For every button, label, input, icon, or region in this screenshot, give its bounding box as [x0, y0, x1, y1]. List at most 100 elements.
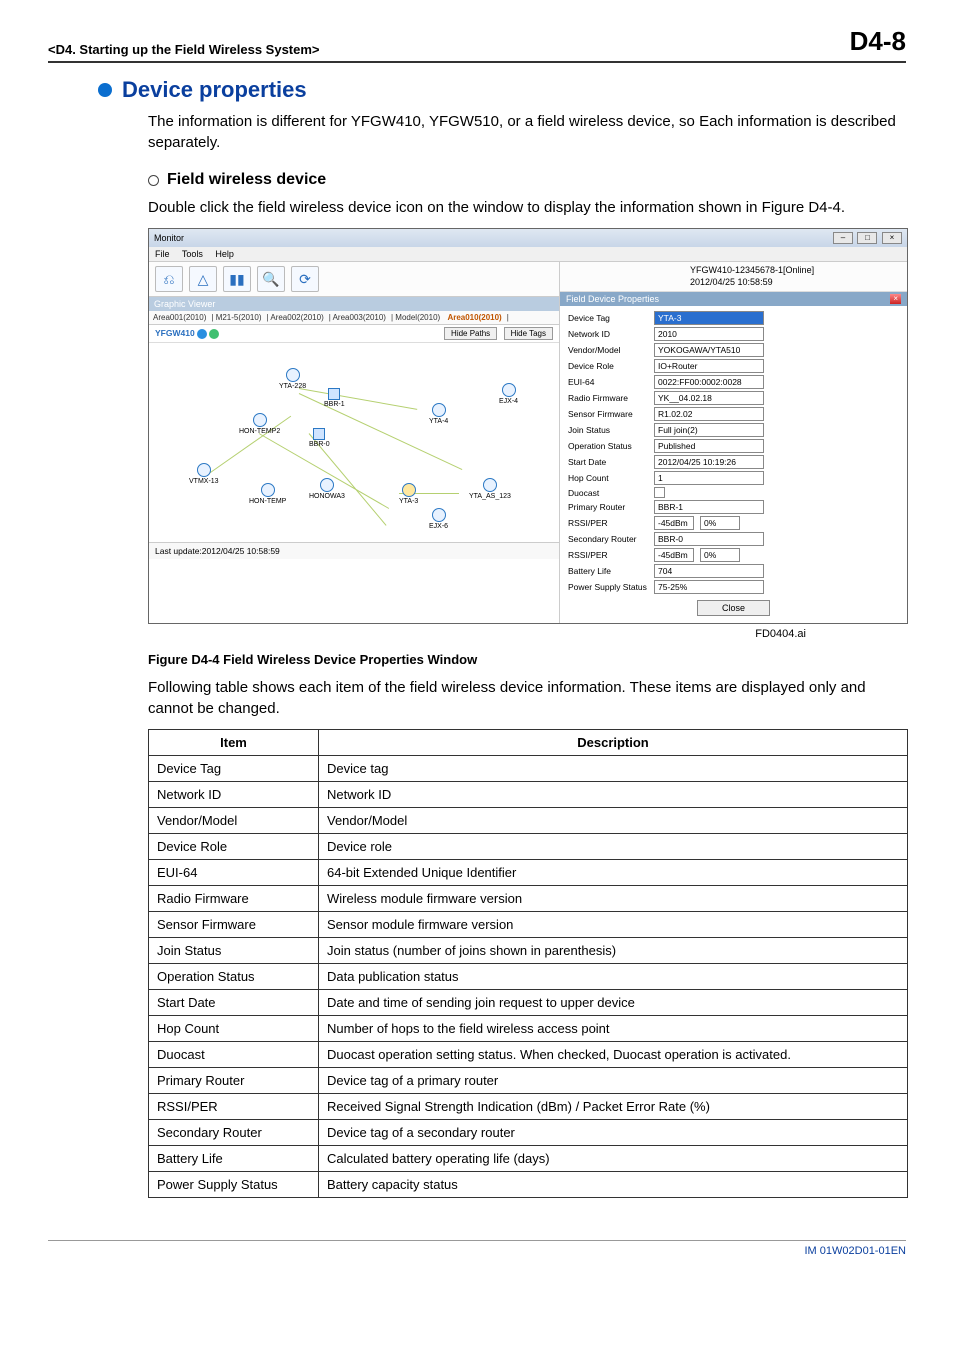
- tab-area002[interactable]: Area002(2010): [270, 313, 323, 322]
- val-duocast-checkbox: [654, 487, 665, 498]
- yfgw-label: YFGW410: [155, 328, 195, 338]
- cell-description: 64-bit Extended Unique Identifier: [319, 860, 908, 886]
- maximize-button[interactable]: □: [857, 232, 877, 244]
- bullet-icon: [98, 83, 112, 97]
- node-yta228[interactable]: YTA-228: [279, 368, 306, 390]
- val-network-id: 2010: [654, 327, 764, 341]
- tool-refresh-icon[interactable]: ⟳: [291, 266, 319, 292]
- cell-item: RSSI/PER: [149, 1094, 319, 1120]
- node-yta4[interactable]: YTA-4: [429, 403, 448, 425]
- status-timestamp: 2012/04/25 10:58:59: [690, 277, 897, 289]
- subsection-intro: Double click the field wireless device i…: [148, 197, 906, 218]
- th-description: Description: [319, 730, 908, 756]
- tool-triangle-icon[interactable]: △: [189, 266, 217, 292]
- tool-search-icon[interactable]: 🔍: [257, 266, 285, 292]
- lbl-op-status: Operation Status: [568, 441, 648, 451]
- cell-description: Device tag of a primary router: [319, 1068, 908, 1094]
- minimize-button[interactable]: –: [833, 232, 853, 244]
- cell-item: Primary Router: [149, 1068, 319, 1094]
- table-row: DuocastDuocast operation setting status.…: [149, 1042, 908, 1068]
- node-vtmx13[interactable]: VTMX-13: [189, 463, 219, 485]
- close-button[interactable]: ×: [882, 232, 902, 244]
- subsection-title: Field wireless device: [148, 171, 906, 189]
- cell-description: Device role: [319, 834, 908, 860]
- node-bbr1[interactable]: BBR-1: [324, 388, 345, 408]
- val-per1: 0%: [700, 516, 740, 530]
- table-row: RSSI/PERReceived Signal Strength Indicat…: [149, 1094, 908, 1120]
- node-ejx4[interactable]: EJX-4: [499, 383, 518, 405]
- val-op-status: Published: [654, 439, 764, 453]
- cell-item: Sensor Firmware: [149, 912, 319, 938]
- table-row: Power Supply StatusBattery capacity stat…: [149, 1172, 908, 1198]
- close-button[interactable]: Close: [697, 600, 770, 616]
- hide-paths-button[interactable]: Hide Paths: [444, 327, 497, 340]
- cell-item: Device Tag: [149, 756, 319, 782]
- cell-item: EUI-64: [149, 860, 319, 886]
- tab-m21[interactable]: M21-5(2010): [216, 313, 262, 322]
- cell-item: Radio Firmware: [149, 886, 319, 912]
- cell-item: Battery Life: [149, 1146, 319, 1172]
- cell-item: Operation Status: [149, 964, 319, 990]
- cell-description: Network ID: [319, 782, 908, 808]
- hide-tags-button[interactable]: Hide Tags: [504, 327, 553, 340]
- lbl-eui64: EUI-64: [568, 377, 648, 387]
- cell-description: Received Signal Strength Indication (dBm…: [319, 1094, 908, 1120]
- lbl-rssi-per-1: RSSI/PER: [568, 518, 648, 528]
- lbl-network-id: Network ID: [568, 329, 648, 339]
- node-hontemp[interactable]: HON-TEMP: [249, 483, 286, 505]
- val-primary-router: BBR-1: [654, 500, 764, 514]
- val-eui64: 0022:FF00:0002:0028: [654, 375, 764, 389]
- node-hontemp2[interactable]: HON-TEMP2: [239, 413, 280, 435]
- cell-description: Device tag: [319, 756, 908, 782]
- cell-description: Sensor module firmware version: [319, 912, 908, 938]
- node-honowa3[interactable]: HONOWA3: [309, 478, 345, 500]
- window-buttons: – □ ×: [831, 232, 902, 244]
- menu-help[interactable]: Help: [215, 249, 234, 259]
- table-row: Operation StatusData publication status: [149, 964, 908, 990]
- table-row: Battery LifeCalculated battery operating…: [149, 1146, 908, 1172]
- tab-area010[interactable]: Area010(2010): [447, 313, 501, 322]
- lbl-radio-fw: Radio Firmware: [568, 393, 648, 403]
- menu-tools[interactable]: Tools: [182, 249, 203, 259]
- tool-topology-icon[interactable]: ⎌: [155, 266, 183, 292]
- val-device-role: IO+Router: [654, 359, 764, 373]
- lbl-rssi-per-2: RSSI/PER: [568, 550, 648, 560]
- circle-icon: [148, 175, 159, 186]
- section-title-text: Device properties: [122, 77, 307, 103]
- properties-title: Field Device Properties: [566, 294, 659, 304]
- online-status: YFGW410-12345678-1[Online]: [690, 265, 897, 277]
- lbl-duocast: Duocast: [568, 488, 648, 498]
- lbl-hop-count: Hop Count: [568, 473, 648, 483]
- tab-area001[interactable]: Area001(2010): [153, 313, 206, 322]
- properties-close-icon[interactable]: ×: [890, 294, 901, 304]
- figure-id: FD0404.ai: [48, 628, 806, 640]
- lbl-device-role: Device Role: [568, 361, 648, 371]
- window-title: Monitor: [154, 233, 184, 243]
- val-power-supply: 75-25%: [654, 580, 764, 594]
- node-ejx6[interactable]: EJX-6: [429, 508, 448, 530]
- tab-model[interactable]: Model(2010): [395, 313, 440, 322]
- topology-view[interactable]: YTA-228 BBR-1 EJX-4 HON-TEMP2 YTA-4 BBR-…: [149, 342, 559, 542]
- window-titlebar: Monitor – □ ×: [149, 229, 907, 247]
- val-rssi1: -45dBm: [654, 516, 694, 530]
- node-ytaas123[interactable]: YTA_AS_123: [469, 478, 511, 500]
- toolbar: ⎌ △ ▮▮ 🔍 ⟳: [149, 262, 559, 297]
- table-row: Network IDNetwork ID: [149, 782, 908, 808]
- val-start-date: 2012/04/25 10:19:26: [654, 455, 764, 469]
- cell-description: Number of hops to the field wireless acc…: [319, 1016, 908, 1042]
- table-row: EUI-6464-bit Extended Unique Identifier: [149, 860, 908, 886]
- cell-description: Duocast operation setting status. When c…: [319, 1042, 908, 1068]
- tab-area003[interactable]: Area003(2010): [333, 313, 386, 322]
- menubar: File Tools Help: [149, 247, 907, 262]
- cell-description: Data publication status: [319, 964, 908, 990]
- node-yta3[interactable]: YTA-3: [399, 483, 418, 505]
- table-row: Hop CountNumber of hops to the field wir…: [149, 1016, 908, 1042]
- lbl-join-status: Join Status: [568, 425, 648, 435]
- table-intro: Following table shows each item of the f…: [148, 677, 906, 719]
- status-dot-green-icon: [209, 329, 219, 339]
- menu-file[interactable]: File: [155, 249, 170, 259]
- node-bbr0[interactable]: BBR-0: [309, 428, 330, 448]
- lbl-sensor-fw: Sensor Firmware: [568, 409, 648, 419]
- tool-bars-icon[interactable]: ▮▮: [223, 266, 251, 292]
- cell-item: Hop Count: [149, 1016, 319, 1042]
